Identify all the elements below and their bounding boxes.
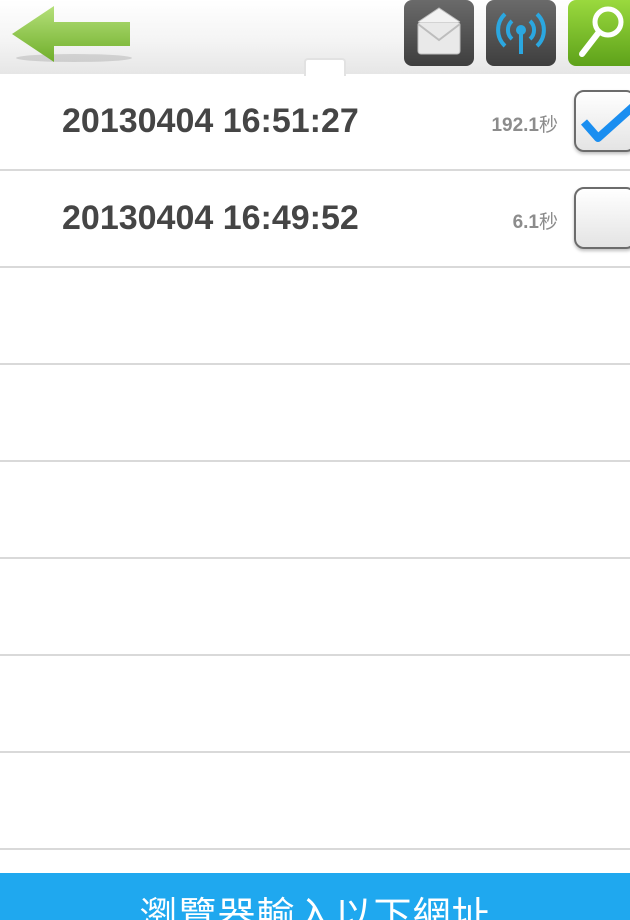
recording-timestamp: 20130404 16:51:27: [62, 102, 359, 140]
back-arrow-icon: [12, 6, 132, 62]
recording-duration: 192.1秒: [491, 114, 558, 136]
signal-button[interactable]: [486, 0, 556, 66]
url-banner[interactable]: 瀏覽器輸入以下網址: [0, 873, 630, 920]
back-button[interactable]: [8, 2, 136, 66]
recording-checkbox[interactable]: [574, 90, 630, 152]
empty-row: [0, 753, 630, 850]
search-button[interactable]: [568, 0, 630, 66]
empty-row: [0, 559, 630, 656]
empty-row: [0, 462, 630, 559]
empty-row: [0, 268, 630, 365]
empty-row: [0, 656, 630, 753]
broadcast-antenna-icon: [496, 12, 546, 54]
empty-row: [0, 365, 630, 462]
recording-duration: 6.1秒: [512, 211, 558, 233]
recording-checkbox[interactable]: [574, 187, 630, 249]
checkmark-icon: [580, 104, 630, 142]
url-banner-text: 瀏覽器輸入以下網址: [139, 894, 491, 920]
magnifier-icon: [579, 6, 624, 57]
list-item[interactable]: 20130404 16:49:52 6.1秒: [0, 171, 630, 268]
recording-timestamp: 20130404 16:49:52: [62, 199, 359, 237]
mail-button[interactable]: [404, 0, 474, 66]
top-toolbar: [0, 0, 630, 76]
recording-list: 20130404 16:51:27 192.1秒 20130404 16:49:…: [0, 74, 630, 850]
envelope-icon: [417, 7, 461, 55]
list-item[interactable]: 20130404 16:51:27 192.1秒: [0, 74, 630, 171]
